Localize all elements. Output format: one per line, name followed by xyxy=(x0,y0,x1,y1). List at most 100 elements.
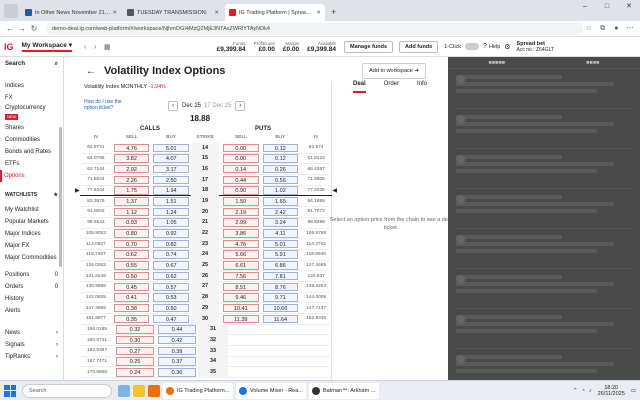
taskbar-app[interactable]: Volume Mixer - Rea... xyxy=(236,382,306,399)
browser-tab[interactable]: TUESDAY TRANSMISSION: ✕ xyxy=(123,4,223,21)
sidebar-item-bonds-and-rates[interactable]: Bonds and Rates xyxy=(5,146,58,158)
gear-icon[interactable]: ⚙ xyxy=(504,43,510,51)
sidebar-item-indices[interactable]: Indices xyxy=(5,80,58,92)
ig-logo[interactable]: IG xyxy=(4,42,14,52)
put-buy-price[interactable]: 4.11 xyxy=(262,229,299,238)
call-buy-price[interactable]: 0.37 xyxy=(158,357,196,366)
star-icon[interactable]: ☆ xyxy=(583,24,595,32)
browser-menu-icon[interactable]: ⋯ xyxy=(624,24,636,32)
maximize-icon[interactable]: □ xyxy=(596,0,618,14)
sidebar-item-fx[interactable]: FX xyxy=(5,92,58,104)
watchlist-item[interactable]: Major FX xyxy=(5,240,58,252)
watchlist-item[interactable]: Major Commodities xyxy=(5,252,58,264)
reload-icon[interactable]: ↻ xyxy=(28,24,40,33)
tray-arrow-icon[interactable]: ⌃ xyxy=(573,388,578,394)
tab-menu-icon[interactable] xyxy=(4,4,18,18)
manage-funds-button[interactable]: Manage funds xyxy=(344,40,394,53)
put-buy-price[interactable]: 5.01 xyxy=(262,239,299,249)
put-sell-price[interactable]: 2.99 xyxy=(222,218,259,227)
put-sell-price[interactable]: 0.90 xyxy=(222,186,259,195)
put-buy-price[interactable]: 1.65 xyxy=(262,197,299,206)
watchlist-item[interactable]: My Watchlist xyxy=(5,204,58,216)
call-buy-price[interactable]: 5.01 xyxy=(153,143,190,153)
put-sell-price[interactable]: 9.46 xyxy=(222,293,259,302)
back-icon[interactable]: ← xyxy=(4,24,16,33)
put-sell-price[interactable]: 1.50 xyxy=(222,197,259,206)
news-item-placeholder[interactable] xyxy=(456,315,632,349)
put-sell-price[interactable]: 6.61 xyxy=(222,261,259,270)
call-sell-price[interactable]: 0.41 xyxy=(113,293,150,302)
call-buy-price[interactable]: 0.44 xyxy=(158,325,196,334)
call-buy-price[interactable]: 2.50 xyxy=(153,175,190,185)
call-buy-price[interactable]: 0.92 xyxy=(153,229,190,238)
call-sell-price[interactable]: 3.82 xyxy=(113,154,150,163)
put-sell-price[interactable]: 2.19 xyxy=(222,207,259,217)
call-sell-price[interactable]: 0.70 xyxy=(113,239,150,249)
put-buy-price[interactable]: 2.42 xyxy=(262,207,299,217)
add-funds-button[interactable]: Add funds xyxy=(399,40,439,53)
sidebar-item-orders[interactable]: Orders 0 xyxy=(5,284,58,296)
posts-tab-placeholder[interactable]: ■■■■ xyxy=(586,57,599,68)
profile-icon[interactable]: ● xyxy=(610,25,622,32)
tab-close-icon[interactable]: ✕ xyxy=(316,10,321,16)
sidebar-item-options[interactable]: Options xyxy=(0,170,58,182)
sidebar-item-cryptocurrency[interactable]: Cryptocurrency NEW xyxy=(5,104,58,122)
minimize-icon[interactable]: – xyxy=(574,0,596,14)
call-sell-price[interactable]: 1.37 xyxy=(113,197,150,206)
put-sell-price[interactable]: 0.00 xyxy=(222,154,259,163)
call-sell-price[interactable]: 1.12 xyxy=(113,207,150,217)
watchlist-item[interactable]: Popular Markets xyxy=(5,216,58,228)
browser-tab[interactable]: In Other News November 21, 20 ✕ xyxy=(21,4,121,21)
help-link[interactable]: Help xyxy=(489,44,500,50)
call-buy-price[interactable]: 4.07 xyxy=(153,154,190,163)
put-sell-price[interactable]: 10.41 xyxy=(222,303,259,313)
call-buy-price[interactable]: 0.36 xyxy=(158,368,196,377)
expiry-label[interactable]: Dec 25 xyxy=(182,103,201,109)
call-buy-price[interactable]: 0.53 xyxy=(153,293,190,302)
watchlist-item[interactable]: Major Indices xyxy=(5,228,58,240)
call-sell-price[interactable]: 4.76 xyxy=(113,143,150,153)
call-sell-price[interactable]: 0.80 xyxy=(113,229,150,238)
volume-icon[interactable]: ♪ xyxy=(589,388,592,394)
clock[interactable]: 18:20 26/11/2025 xyxy=(598,385,625,397)
call-sell-price[interactable]: 0.93 xyxy=(113,218,150,227)
sidebar-item-history[interactable]: History xyxy=(5,296,58,308)
close-window-icon[interactable]: ✕ xyxy=(618,0,640,14)
put-buy-price[interactable]: 0.26 xyxy=(262,164,299,174)
one-click-toggle[interactable] xyxy=(465,43,480,50)
ticket-tab-order[interactable]: Order xyxy=(384,81,399,93)
taskbar-app[interactable]: Batman™: Arkham ... xyxy=(309,382,379,399)
put-sell-price[interactable]: 0.00 xyxy=(222,143,259,153)
browser-tab[interactable]: IG Trading Platform | Spread Be ✕ xyxy=(225,4,325,21)
account-selector[interactable]: Spread bet Acc no.: Z64GLT xyxy=(517,41,554,53)
put-buy-price[interactable]: 0.12 xyxy=(262,143,299,153)
put-buy-price[interactable]: 5.91 xyxy=(262,250,299,259)
call-sell-price[interactable]: 0.30 xyxy=(116,335,154,345)
call-buy-price[interactable]: 0.62 xyxy=(153,271,190,281)
firefox-icon[interactable] xyxy=(148,384,160,397)
call-sell-price[interactable]: 0.62 xyxy=(113,250,150,259)
news-item-placeholder[interactable] xyxy=(456,235,632,269)
put-sell-price[interactable]: 7.56 xyxy=(222,271,259,281)
put-sell-price[interactable]: 4.76 xyxy=(222,239,259,249)
put-buy-price[interactable]: 11.64 xyxy=(262,314,299,324)
new-tab-icon[interactable]: + xyxy=(331,7,336,17)
call-buy-price[interactable]: 0.50 xyxy=(153,303,190,313)
tab-close-icon[interactable]: ✕ xyxy=(214,10,219,16)
url-field[interactable]: demo-deal.ig.com/web-platform/#/workspac… xyxy=(46,22,583,35)
put-sell-price[interactable]: 0.44 xyxy=(222,175,259,185)
put-sell-price[interactable]: 11.39 xyxy=(222,314,259,324)
put-sell-price[interactable]: 5.66 xyxy=(222,250,259,259)
call-buy-price[interactable]: 0.74 xyxy=(153,250,190,259)
search-link[interactable]: Search ⌕ xyxy=(5,61,58,68)
news-item-placeholder[interactable] xyxy=(456,75,632,109)
ticket-tab-deal[interactable]: Deal xyxy=(352,81,366,93)
workspace-button[interactable]: My Workspace ▾ xyxy=(21,41,72,52)
put-buy-price[interactable]: 1.02 xyxy=(262,186,299,195)
help-icon[interactable]: ? xyxy=(483,43,487,50)
put-buy-price[interactable]: 0.56 xyxy=(262,175,299,185)
sidebar-scrollbar[interactable] xyxy=(59,127,62,267)
call-sell-price[interactable]: 1.75 xyxy=(113,186,150,195)
call-buy-price[interactable]: 1.51 xyxy=(153,197,190,206)
call-buy-price[interactable]: 1.05 xyxy=(153,218,190,227)
